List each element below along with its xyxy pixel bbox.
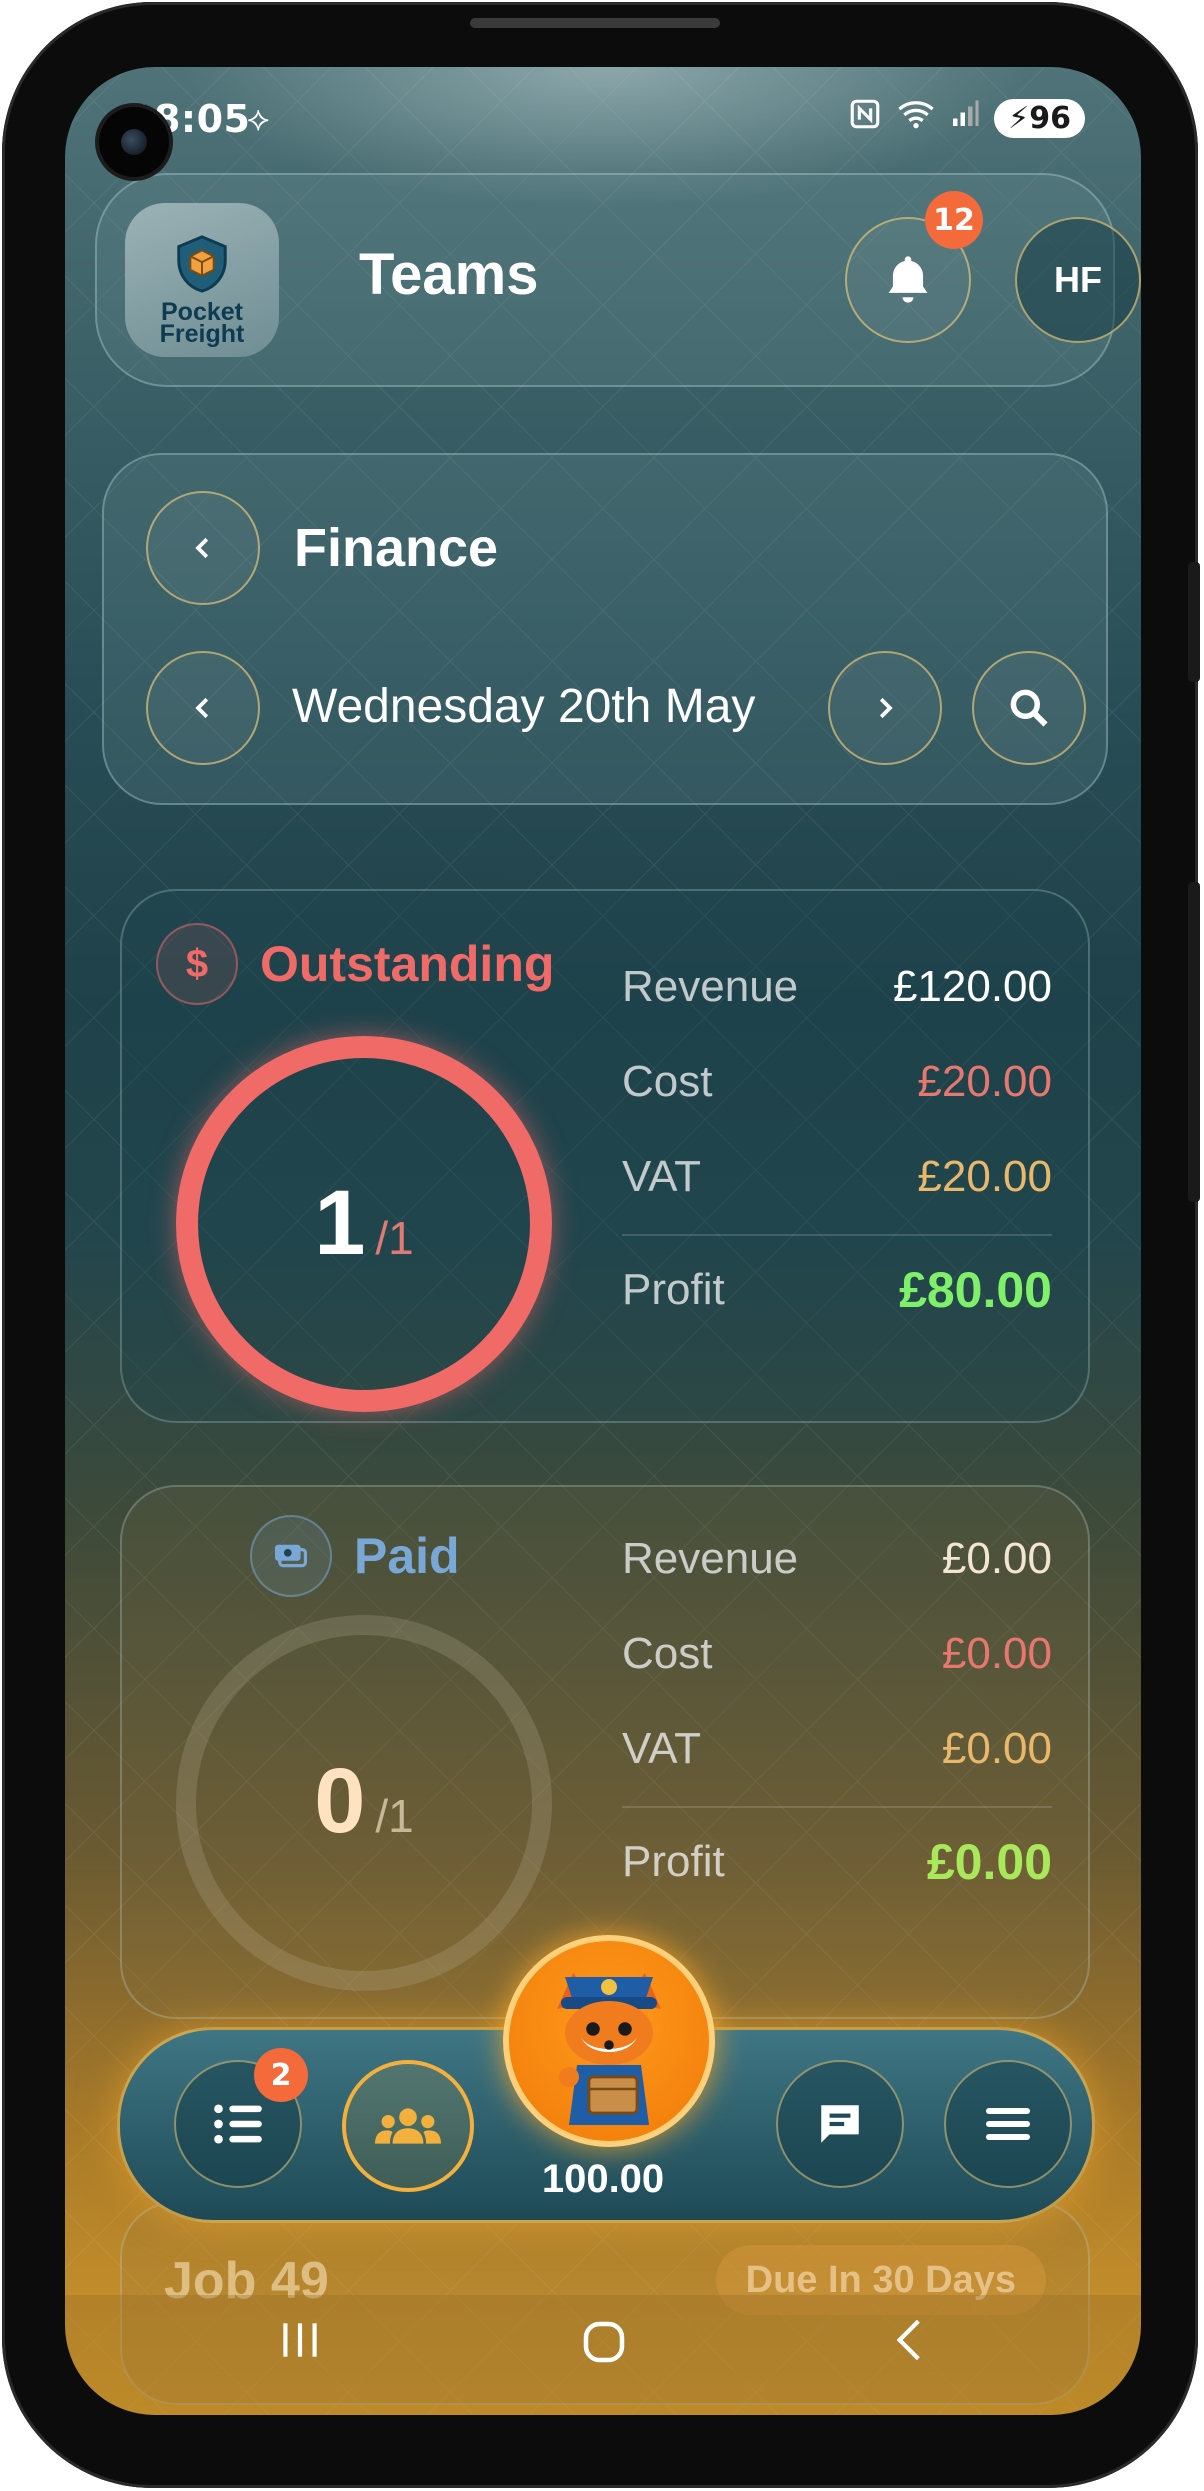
- back-button[interactable]: [146, 491, 260, 605]
- nav-teams-button[interactable]: [342, 2060, 474, 2192]
- team-icon: [375, 2108, 441, 2144]
- paid-figures: Revenue £0.00 Cost £0.00 VAT £0.00 Profit £0…: [622, 1511, 1052, 1909]
- search-icon: [1010, 689, 1048, 727]
- fox-courier-icon: [557, 1973, 661, 2125]
- signal-icon: [950, 99, 980, 137]
- outstanding-card[interactable]: $ Outstanding 1 /1 Revenue £120.00 Cost £2…: [120, 889, 1090, 1423]
- package-icon: [177, 235, 227, 293]
- outstanding-figures: Revenue £120.00 Cost £20.00 VAT £20.00 Prof…: [622, 939, 1052, 1337]
- nfc-icon: [848, 97, 882, 139]
- front-camera: [99, 107, 169, 177]
- vat-value: £20.00: [917, 1151, 1052, 1201]
- finance-filter-panel: Finance Wednesday 20th May: [102, 453, 1108, 805]
- battery-level: 96: [1029, 100, 1071, 136]
- paid-heading: Paid: [250, 1515, 460, 1597]
- status-icons: ⚡96: [848, 97, 1085, 139]
- credits-balance: 100.00: [541, 2157, 665, 2201]
- power-button: [1188, 882, 1200, 1202]
- cost-value: £20.00: [917, 1056, 1052, 1106]
- system-navigation-bar: [65, 2295, 1141, 2415]
- cost-label: Cost: [622, 1056, 713, 1106]
- speaker-grille: [470, 18, 720, 28]
- divider: [622, 1234, 1052, 1236]
- paid-count-value: 0: [314, 1750, 366, 1852]
- profit-value: £0.00: [926, 1833, 1052, 1890]
- profit-label: Profit: [622, 1836, 725, 1886]
- cost-label: Cost: [622, 1628, 713, 1678]
- pocket-freight-logo[interactable]: Pocket Freight: [125, 203, 279, 357]
- jobs-count-badge: 2: [254, 2048, 308, 2102]
- chevron-left-icon: [195, 697, 209, 719]
- app-header: Pocket Freight Teams 12 HF: [95, 173, 1141, 387]
- status-bar: 18:05 ⟡ ⚡96: [65, 97, 1141, 147]
- profit-row: Profit £80.00: [622, 1242, 1052, 1337]
- vat-row: VAT £20.00: [622, 1129, 1052, 1224]
- revenue-row: Revenue £0.00: [622, 1511, 1052, 1606]
- volume-button: [1188, 562, 1200, 682]
- search-button[interactable]: [972, 651, 1086, 765]
- battery-indicator: ⚡96: [994, 98, 1085, 138]
- vat-label: VAT: [622, 1723, 702, 1773]
- list-icon: [214, 2104, 262, 2144]
- chevron-right-icon: [879, 697, 893, 719]
- chevron-left-icon: [195, 537, 209, 559]
- vat-value: £0.00: [941, 1723, 1052, 1773]
- bell-icon: [888, 256, 928, 303]
- cost-row: Cost £0.00: [622, 1606, 1052, 1701]
- network-icon: ⟡: [247, 99, 270, 139]
- cost-row: Cost £20.00: [622, 1034, 1052, 1129]
- back-icon[interactable]: [885, 2315, 935, 2369]
- recent-apps-icon[interactable]: [275, 2315, 325, 2369]
- fox-mascot-button[interactable]: [503, 1935, 715, 2147]
- paid-label: Paid: [354, 1528, 460, 1584]
- home-icon[interactable]: [577, 2315, 631, 2373]
- outstanding-count-total: /1: [375, 1212, 414, 1264]
- profit-row: Profit £0.00: [622, 1814, 1052, 1909]
- revenue-value: £0.00: [941, 1533, 1052, 1583]
- divider: [622, 1806, 1052, 1808]
- paid-count-total: /1: [375, 1790, 414, 1842]
- outstanding-label: Outstanding: [260, 936, 555, 992]
- profit-label: Profit: [622, 1264, 725, 1314]
- previous-day-button[interactable]: [146, 651, 260, 765]
- logo-text-freight: Freight: [159, 320, 245, 348]
- vat-row: VAT £0.00: [622, 1701, 1052, 1796]
- paid-count: 0 /1: [176, 1749, 552, 1854]
- nav-menu-button[interactable]: [944, 2060, 1072, 2188]
- nav-messages-button[interactable]: [776, 2060, 904, 2188]
- hamburger-menu-icon: [986, 2108, 1030, 2140]
- next-day-button[interactable]: [828, 651, 942, 765]
- cash-icon: [250, 1515, 332, 1597]
- revenue-label: Revenue: [622, 961, 799, 1011]
- nav-jobs-list-button[interactable]: 2: [174, 2048, 308, 2188]
- app-screen: 18:05 ⟡ ⚡96 Pocket Freight Teams 12 HF F…: [65, 67, 1141, 2415]
- outstanding-count: 1 /1: [176, 1171, 552, 1276]
- revenue-value: £120.00: [892, 961, 1052, 1011]
- outstanding-count-value: 1: [314, 1172, 366, 1274]
- notification-count-badge: 12: [925, 191, 983, 249]
- selected-date[interactable]: Wednesday 20th May: [292, 679, 755, 734]
- phone-frame: 18:05 ⟡ ⚡96 Pocket Freight Teams 12 HF F…: [2, 2, 1200, 2488]
- page-title: Teams: [359, 242, 539, 307]
- section-title: Finance: [294, 518, 499, 578]
- vat-label: VAT: [622, 1151, 702, 1201]
- dollar-icon: $: [156, 923, 238, 1005]
- wifi-icon: [896, 97, 936, 139]
- user-avatar[interactable]: HF: [1015, 217, 1141, 343]
- revenue-label: Revenue: [622, 1533, 799, 1583]
- profit-value: £80.00: [899, 1261, 1052, 1318]
- outstanding-heading: $ Outstanding: [156, 923, 554, 1005]
- revenue-row: Revenue £120.00: [622, 939, 1052, 1034]
- cost-value: £0.00: [941, 1628, 1052, 1678]
- chat-icon: [821, 2105, 859, 2143]
- notifications-button[interactable]: 12: [845, 191, 983, 343]
